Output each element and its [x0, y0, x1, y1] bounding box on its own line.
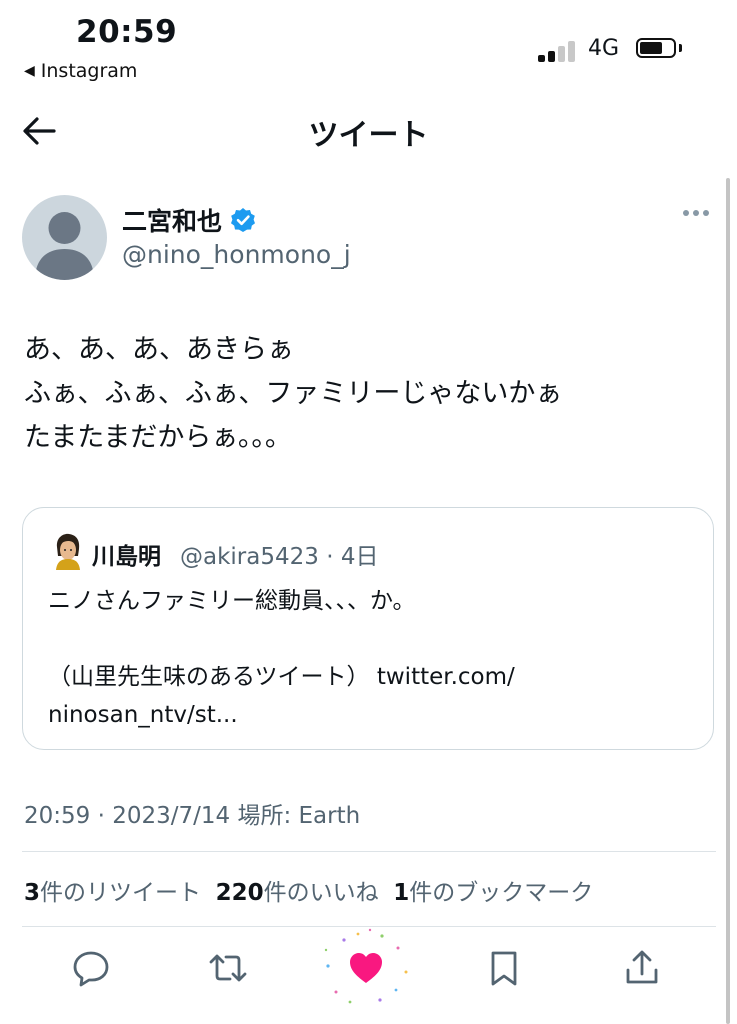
cellular-signal-icon — [538, 38, 575, 62]
tweet-timestamp[interactable]: 20:59 · 2023/7/14 場所: Earth — [24, 796, 360, 830]
user-handle[interactable]: @nino_honmono_j — [122, 240, 351, 269]
tweet-text: あ、あ、あ、あきらぁ ふぁ、ふぁ、ふぁ、ファミリーじゃないかぁ たまたまだからぁ… — [24, 334, 563, 453]
verified-badge-icon — [231, 208, 256, 232]
reply-icon[interactable] — [71, 948, 111, 988]
like-icon[interactable] — [346, 948, 386, 988]
divider — [22, 926, 716, 927]
engagement-stats: 3件のリツイート 220件のいいね 1件のブックマーク — [24, 873, 593, 907]
quote-display-name: 川島明 — [92, 544, 161, 570]
back-arrow-icon[interactable] — [20, 112, 58, 150]
retweet-stat[interactable]: 3件のリツイート — [24, 873, 201, 907]
avatar[interactable] — [22, 195, 107, 280]
divider — [22, 851, 716, 852]
page-title: ツイート — [308, 118, 429, 153]
quote-avatar — [52, 532, 84, 570]
display-name[interactable]: 二宮和也 — [122, 202, 256, 238]
bookmark-stat[interactable]: 1件のブックマーク — [393, 873, 593, 907]
network-type: 4G — [588, 36, 620, 61]
more-icon[interactable] — [683, 210, 709, 216]
like-stat[interactable]: 220件のいいね — [216, 873, 379, 907]
back-triangle-icon: ◀ — [24, 63, 35, 79]
scrollbar[interactable] — [726, 178, 730, 1024]
retweet-icon[interactable] — [208, 948, 248, 988]
battery-icon — [636, 38, 676, 58]
back-to-app-link[interactable]: ◀ Instagram — [24, 60, 137, 82]
share-icon[interactable] — [622, 948, 662, 988]
quote-handle-date: @akira5423 · 4日 — [180, 544, 379, 570]
display-name-text: 二宮和也 — [122, 207, 223, 236]
battery-tip — [679, 44, 682, 52]
status-time: 20:59 — [76, 14, 178, 50]
bookmark-icon[interactable] — [484, 948, 524, 988]
back-app-label: Instagram — [40, 60, 138, 82]
quote-text: ニノさんファミリー総動員、、、か。 （山里先生味のあるツイート） twitter… — [48, 588, 515, 728]
default-profile-icon — [35, 212, 94, 280]
